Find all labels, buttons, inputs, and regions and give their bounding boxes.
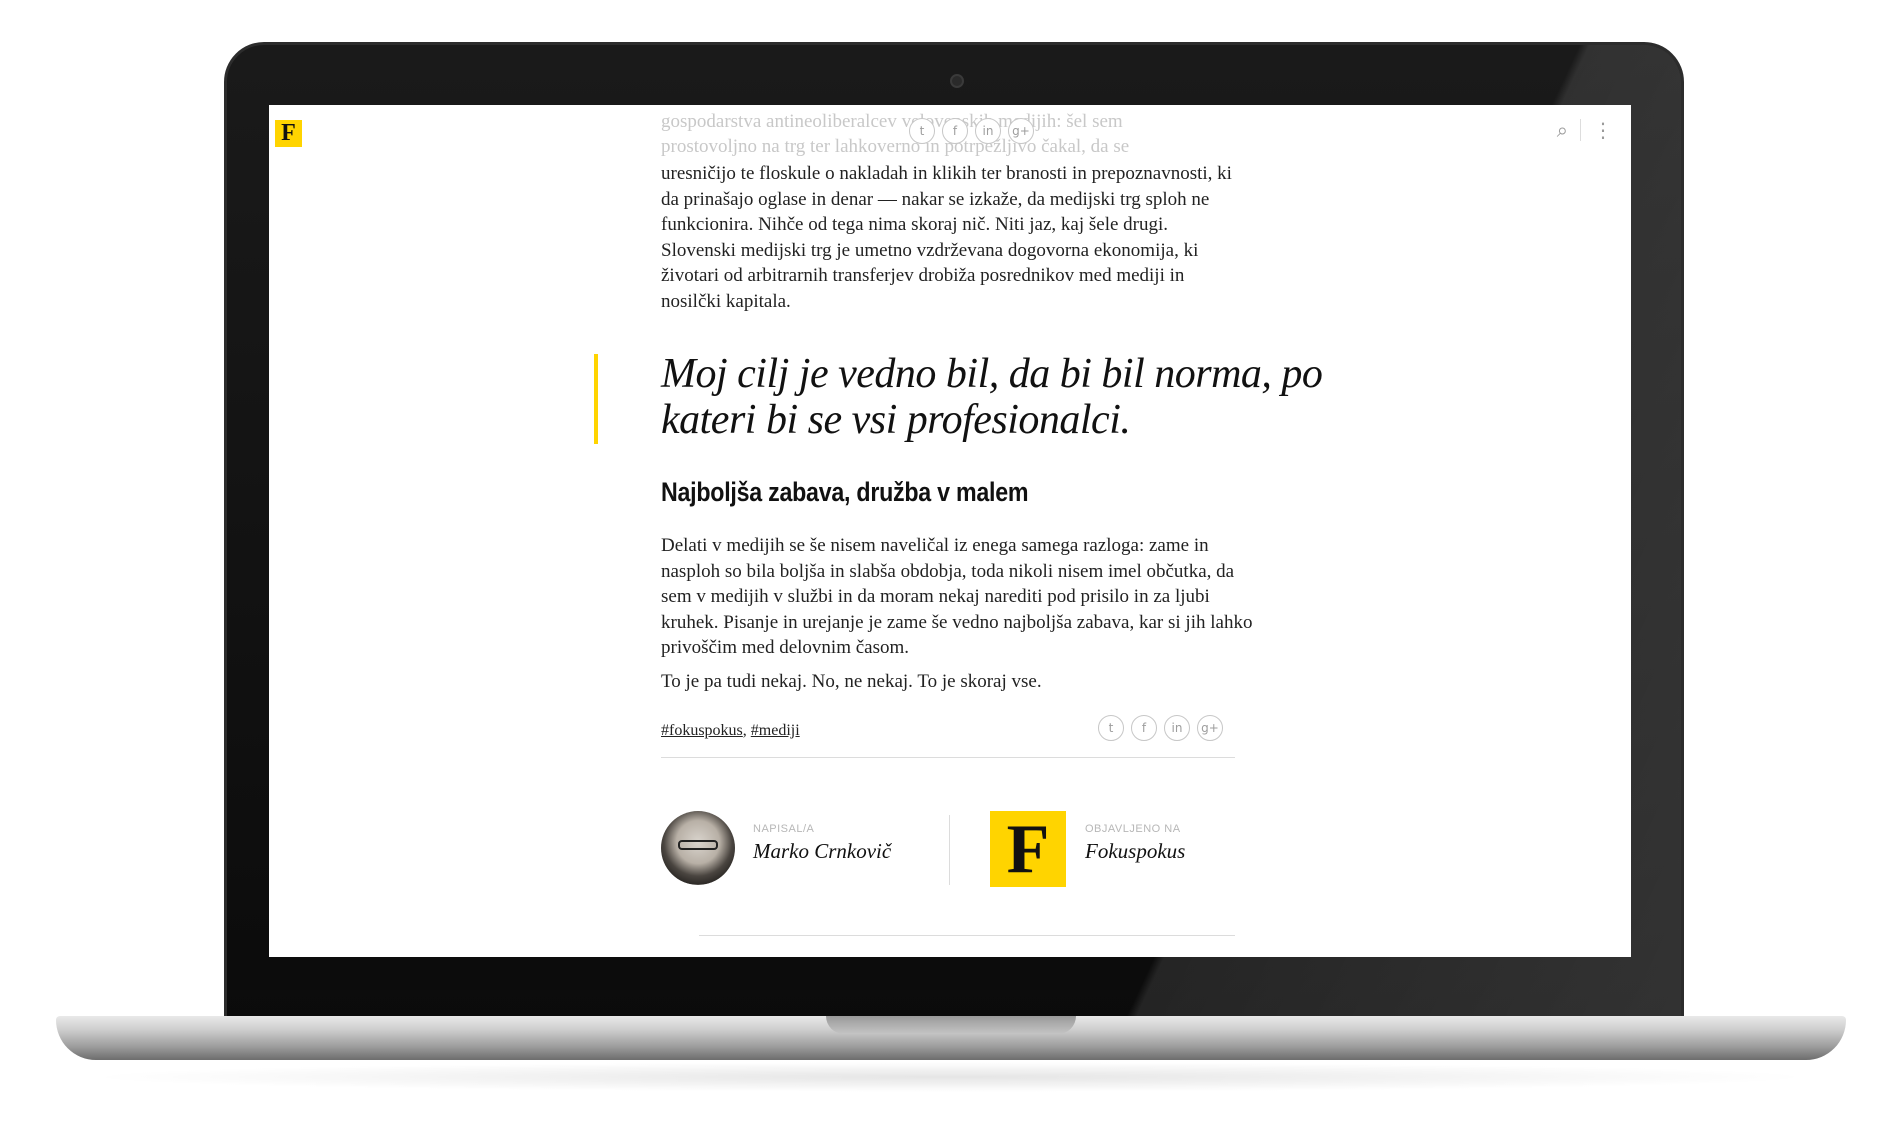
- linkedin-icon[interactable]: in: [1164, 715, 1190, 741]
- facebook-icon[interactable]: f: [1131, 715, 1157, 741]
- pullquote-accent-bar: [594, 354, 598, 444]
- pullquote: Moj cilj je vedno bil, da bi bil norma, …: [661, 351, 1323, 443]
- paragraph-text: To je pa tudi nekaj. No, ne nekaj. To je…: [661, 670, 1042, 692]
- article-paragraphs-2: Delati v medijih se še nisem naveličal i…: [661, 533, 1261, 702]
- laptop-lid: F ⌕ ⋮ gospodarstva antineoliberalcev vel…: [224, 42, 1684, 1032]
- linkedin-icon[interactable]: in: [975, 118, 1001, 144]
- camera-dot: [950, 74, 964, 88]
- google-plus-icon[interactable]: g+: [1008, 118, 1034, 144]
- article-paragraph-1: uresničijo te floskule o nakladah in kli…: [661, 161, 1241, 314]
- tag-list: #fokuspokus, #mediji: [661, 722, 800, 740]
- site-logo[interactable]: F: [275, 120, 302, 147]
- section-heading: Najboljša zabava, družba v malem: [661, 477, 1029, 507]
- paragraph-text: Delati v medijih se še nisem naveličal i…: [661, 535, 1253, 658]
- publisher-label: OBJAVLJENO NA: [1085, 823, 1181, 835]
- paragraph-text: uresničijo te floskule o nakladah in kli…: [661, 163, 1232, 312]
- publisher-logo[interactable]: F: [990, 811, 1066, 888]
- search-icon[interactable]: ⌕: [1557, 118, 1568, 142]
- divider: [661, 757, 1235, 758]
- author-name[interactable]: Marko Crnkovič: [753, 839, 891, 864]
- browser-viewport: F ⌕ ⋮ gospodarstva antineoliberalcev vel…: [269, 105, 1631, 957]
- twitter-icon[interactable]: t: [1098, 715, 1124, 741]
- facebook-icon[interactable]: f: [942, 118, 968, 144]
- tag-link[interactable]: #fokuspokus: [661, 722, 743, 739]
- tag-link[interactable]: #mediji: [751, 722, 800, 739]
- publisher-name[interactable]: Fokuspokus: [1085, 839, 1185, 864]
- author-label: NAPISAL/A: [753, 823, 815, 835]
- tag-separator: ,: [742, 722, 751, 739]
- avatar-glasses: [678, 840, 718, 850]
- toolbar-divider: [1580, 119, 1581, 141]
- laptop-shadow: [80, 1062, 1820, 1092]
- google-plus-icon[interactable]: g+: [1197, 715, 1223, 741]
- twitter-icon[interactable]: t: [909, 118, 935, 144]
- floating-share-bar: t f in g+: [909, 118, 1034, 144]
- divider: [699, 935, 1235, 936]
- more-menu-icon[interactable]: ⋮: [1593, 118, 1613, 142]
- publisher-meta: OBJAVLJENO NA Fokuspokus: [1085, 823, 1185, 864]
- laptop-notch: [826, 1016, 1076, 1034]
- meta-divider: [949, 815, 950, 885]
- author-meta: NAPISAL/A Marko Crnkovič: [753, 823, 891, 864]
- bottom-share-bar: t f in g+: [1098, 715, 1223, 741]
- laptop-base: [56, 1016, 1846, 1060]
- top-toolbar: ⌕ ⋮: [1557, 118, 1613, 142]
- author-avatar[interactable]: [661, 811, 735, 885]
